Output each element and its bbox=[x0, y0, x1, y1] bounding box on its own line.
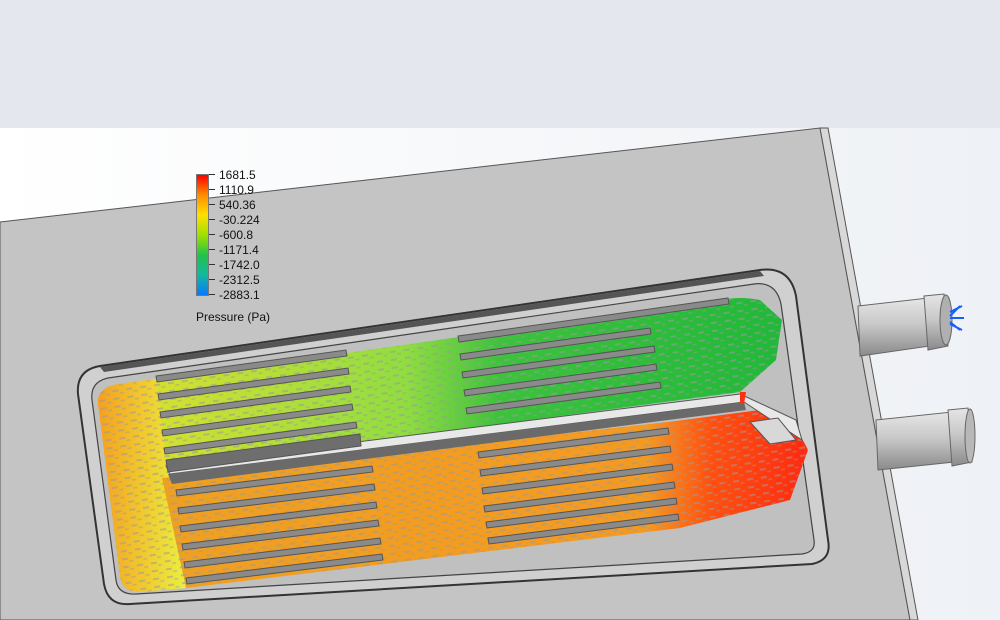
viewport-background bbox=[0, 0, 1000, 128]
pressure-legend: 1681.5 1110.9 540.36 -30.224 -600.8 -117… bbox=[196, 168, 316, 330]
legend-label: -600.8 bbox=[219, 228, 254, 242]
legend-label: -2883.1 bbox=[219, 288, 260, 302]
legend-label: 1681.5 bbox=[219, 168, 256, 182]
legend-label: -2312.5 bbox=[219, 273, 260, 287]
model-view[interactable] bbox=[0, 0, 1000, 620]
legend-label: 540.36 bbox=[219, 198, 256, 212]
legend-label: -1742.0 bbox=[219, 258, 260, 272]
legend-title: Pressure (Pa) bbox=[196, 310, 271, 324]
graphics-viewport[interactable]: 1681.5 1110.9 540.36 -30.224 -600.8 -117… bbox=[0, 0, 1000, 620]
legend-color-bar bbox=[196, 174, 209, 296]
legend-label: 1110.9 bbox=[219, 183, 254, 197]
legend-label: -1171.4 bbox=[219, 243, 259, 257]
legend-label: -30.224 bbox=[219, 213, 260, 227]
